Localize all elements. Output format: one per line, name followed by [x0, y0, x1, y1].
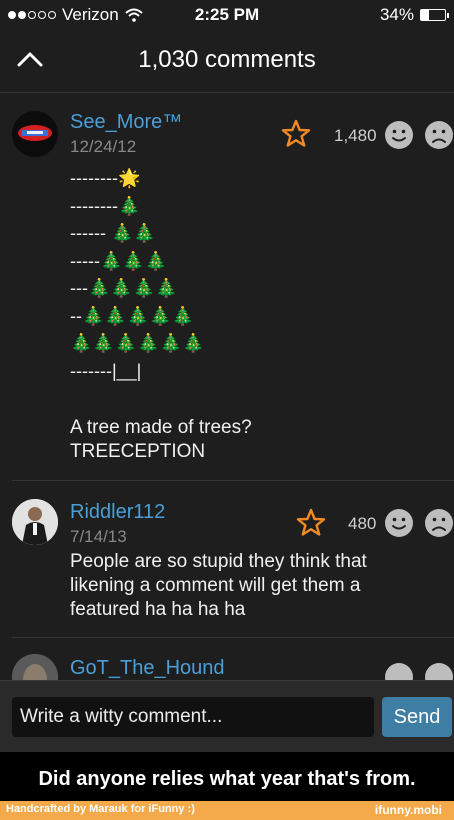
caption-area: Did anyone relies what year that's from.	[0, 752, 454, 801]
watermark-credit: Handcrafted by Marauk for iFunny :)	[6, 803, 195, 815]
tree-row: ------ 🎄🎄	[70, 223, 156, 243]
comment-item: See_More™ 12/24/12 1,480 --------🌟 -----…	[0, 93, 454, 481]
smile-icon[interactable]	[384, 662, 414, 680]
tree-row: ---🎄🎄🎄🎄	[70, 278, 178, 298]
frown-icon[interactable]	[424, 120, 454, 150]
comment-input[interactable]	[12, 697, 374, 737]
comment-username[interactable]: Riddler112	[70, 501, 165, 524]
header: 1,030 comments	[0, 30, 454, 93]
watermark-bar: Handcrafted by Marauk for iFunny :) ifun…	[0, 801, 454, 820]
tree-ascii-art: --------🌟 --------🎄 ------ 🎄🎄 -----🎄🎄🎄 -…	[70, 165, 204, 385]
battery-level	[421, 10, 430, 20]
ifunny-logo: ifunny.mobi	[374, 803, 442, 817]
tree-row: -------|__|	[70, 360, 142, 381]
avatar-image	[12, 111, 58, 157]
avatar-image	[12, 499, 58, 545]
star-icon[interactable]	[296, 508, 326, 538]
comment-date: 12/24/12	[70, 137, 137, 156]
comment-text: People are so stupid they think that lik…	[70, 551, 367, 620]
meme-caption: Did anyone relies what year that's from.	[38, 768, 416, 790]
like-count: 1,480	[334, 126, 377, 145]
avatar[interactable]	[12, 654, 58, 680]
comment-text: A tree made of trees? TREECEPTION	[70, 417, 252, 462]
battery-percentage: 34%	[379, 5, 414, 24]
avatar[interactable]	[12, 499, 58, 545]
frown-icon[interactable]	[424, 508, 454, 538]
star-icon[interactable]	[281, 119, 311, 149]
comment-username[interactable]: See_More™	[70, 111, 182, 134]
status-bar: Verizon 2:25 PM 34%	[0, 0, 454, 30]
avatar[interactable]	[12, 111, 58, 157]
tree-row: --🎄🎄🎄🎄🎄	[70, 305, 195, 326]
like-count: 480	[348, 514, 377, 533]
tree-row: --------🎄	[70, 195, 141, 216]
send-button[interactable]: Send	[382, 697, 452, 737]
tree-row: 🎄🎄🎄🎄🎄🎄	[70, 333, 205, 353]
frown-icon[interactable]	[424, 662, 454, 680]
tree-row: --------🌟	[70, 168, 141, 188]
status-right: 34%	[379, 5, 449, 25]
battery-icon	[420, 9, 449, 21]
tree-row: -----🎄🎄🎄	[70, 250, 168, 271]
comment-composer: Send	[0, 680, 454, 753]
comment-date: 7/14/13	[70, 527, 127, 546]
page-title: 1,030 comments	[138, 46, 316, 73]
smile-icon[interactable]	[384, 120, 414, 150]
comment-username[interactable]: GoT_The_Hound	[70, 657, 225, 680]
avatar-image	[12, 654, 58, 680]
smile-icon[interactable]	[384, 508, 414, 538]
comment-item: Riddler112 7/14/13 480 People are so stu…	[0, 481, 454, 638]
comment-item: GoT_The_Hound	[0, 638, 454, 680]
